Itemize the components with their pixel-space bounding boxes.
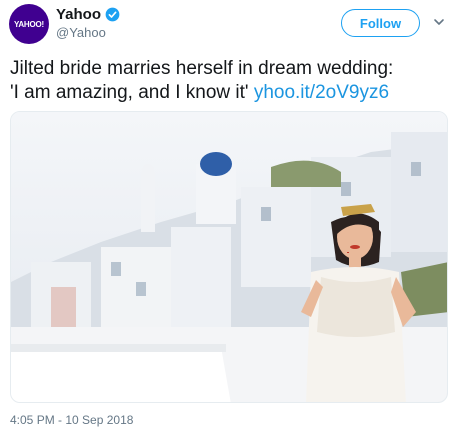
avatar-logo-text: YAHOO! xyxy=(13,19,45,29)
tweet-text-line-2: 'I am amazing, and I know it' yhoo.it/2o… xyxy=(10,81,446,105)
tweet-header: YAHOO! Yahoo @Yahoo Follow xyxy=(0,0,450,52)
display-name[interactable]: Yahoo xyxy=(56,6,101,23)
tweet-timestamp[interactable]: 4:05 PM - 10 Sep 2018 xyxy=(10,413,133,427)
account-handle[interactable]: @Yahoo xyxy=(56,25,106,40)
photo-image xyxy=(11,112,447,402)
tweet-link[interactable]: yhoo.it/2oV9yz6 xyxy=(254,82,389,103)
tweet-quote: 'I am amazing, and I know it' xyxy=(10,82,249,103)
tweet-photo[interactable] xyxy=(10,111,448,403)
tweet-text: Jilted bride marries herself in dream we… xyxy=(10,57,446,105)
tweet-text-line-1: Jilted bride marries herself in dream we… xyxy=(10,58,394,79)
follow-button[interactable]: Follow xyxy=(341,9,420,37)
name-row: Yahoo xyxy=(56,6,120,23)
verified-badge-icon xyxy=(105,7,120,22)
yahoo-avatar[interactable]: YAHOO! xyxy=(9,4,49,44)
chevron-down-icon[interactable] xyxy=(433,16,445,28)
